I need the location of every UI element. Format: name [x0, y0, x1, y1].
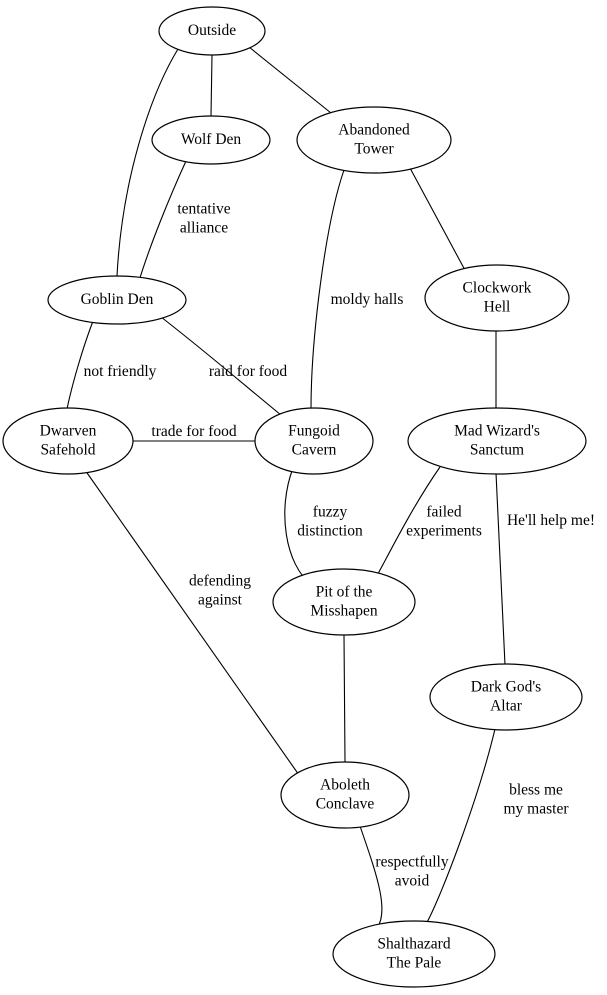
graph-edge: [424, 728, 496, 927]
graph-node[interactable]: Shalthazard The Pale: [332, 920, 496, 988]
graph-node[interactable]: Mad Wizard's Sanctum: [407, 407, 587, 475]
node-label-line: Shalthazard: [377, 935, 450, 952]
edge-label-line: tentative: [177, 200, 230, 217]
graph-node[interactable]: Wolf Den: [151, 115, 271, 165]
graph-node[interactable]: Dark God's Altar: [429, 663, 583, 731]
node-label-line: Conclave: [316, 795, 375, 812]
edge-label-line: failed: [426, 503, 462, 520]
graph-edge: [359, 825, 383, 929]
edge-label-line: He'll help me!: [507, 512, 595, 529]
node-label-line: Cavern: [292, 441, 337, 458]
graph-node[interactable]: Pit of the Misshapen: [272, 568, 416, 636]
node-label-line: Dark God's: [471, 678, 541, 695]
node-label-line: Dwarven: [40, 422, 97, 439]
edge-label-line: against: [198, 591, 243, 608]
node-label-line: Goblin Den: [81, 291, 154, 308]
node-label: Goblin Den: [81, 291, 154, 308]
edge-label: fuzzy distinction: [297, 503, 363, 539]
edge-label-line: defending: [189, 572, 251, 589]
node-label-line: Pit of the: [316, 583, 373, 600]
graph-edge: [84, 469, 300, 776]
node-label: Wolf Den: [181, 131, 242, 148]
node-label-line: Safehold: [40, 441, 95, 458]
edge-label-line: respectfully: [375, 853, 448, 870]
edge-label: He'll help me!: [507, 512, 595, 529]
edge-label: bless me my master: [504, 781, 570, 817]
graph-edge: [248, 46, 332, 114]
graph-edge: [210, 54, 213, 117]
graph-edge: [116, 48, 179, 277]
node-label-line: Altar: [490, 697, 523, 714]
edge-label-line: my master: [504, 800, 570, 817]
edge-label-line: bless me: [509, 781, 563, 798]
graph-edge: [409, 167, 467, 273]
graph-node[interactable]: Clockwork Hell: [424, 264, 570, 332]
edge-label: moldy halls: [331, 291, 404, 308]
node-label: Outside: [188, 22, 236, 39]
graph-node[interactable]: Dwarven Safehold: [2, 407, 134, 475]
edge-label: not friendly: [84, 363, 157, 380]
nodes-layer: Outside Wolf Den Abandoned Tower Goblin Den C…: [2, 6, 587, 988]
node-label-line: The Pale: [387, 954, 442, 971]
edge-label-line: fuzzy: [313, 503, 348, 520]
graph-edge: [495, 472, 506, 666]
node-label-line: Clockwork: [463, 279, 532, 296]
node-label-line: Fungoid: [288, 422, 340, 439]
edge-label: raid for food: [209, 363, 288, 380]
node-label-line: Mad Wizard's: [454, 422, 540, 439]
graph-node[interactable]: Abandoned Tower: [296, 106, 452, 174]
graph-node[interactable]: Aboleth Conclave: [280, 761, 410, 829]
edge-label-line: moldy halls: [331, 291, 404, 308]
edge-label-line: distinction: [297, 522, 363, 539]
edge-label-line: trade for food: [151, 423, 236, 440]
edge-label-line: not friendly: [84, 363, 157, 380]
node-label-line: Hell: [484, 298, 511, 315]
graph-node[interactable]: Fungoid Cavern: [254, 407, 374, 475]
node-label-line: Abandoned: [338, 121, 410, 138]
graph-edge: [343, 634, 346, 763]
graph-edge: [310, 169, 345, 410]
graph-node[interactable]: Outside: [158, 6, 266, 56]
edge-label-line: avoid: [395, 872, 430, 889]
node-label-line: Tower: [354, 140, 394, 157]
edge-label-line: alliance: [180, 219, 228, 236]
edge-label: tentative alliance: [177, 200, 230, 236]
node-label-line: Misshapen: [310, 602, 377, 619]
graph-diagram: tentative alliance moldy halls not friendly…: [0, 0, 607, 995]
edge-label: failed experiments: [406, 503, 482, 539]
edge-label: respectfully avoid: [375, 853, 448, 889]
node-label-line: Sanctum: [470, 441, 524, 458]
edge-label: trade for food: [151, 423, 236, 440]
edge-label-line: experiments: [406, 522, 482, 539]
node-label-line: Outside: [188, 22, 236, 39]
edge-label: defending against: [189, 572, 251, 608]
graph-node[interactable]: Goblin Den: [47, 275, 187, 325]
node-label-line: Wolf Den: [181, 131, 242, 148]
edge-label-line: raid for food: [209, 363, 288, 380]
graph-canvas: tentative alliance moldy halls not friendly…: [2, 6, 595, 988]
node-label-line: Aboleth: [320, 776, 370, 793]
